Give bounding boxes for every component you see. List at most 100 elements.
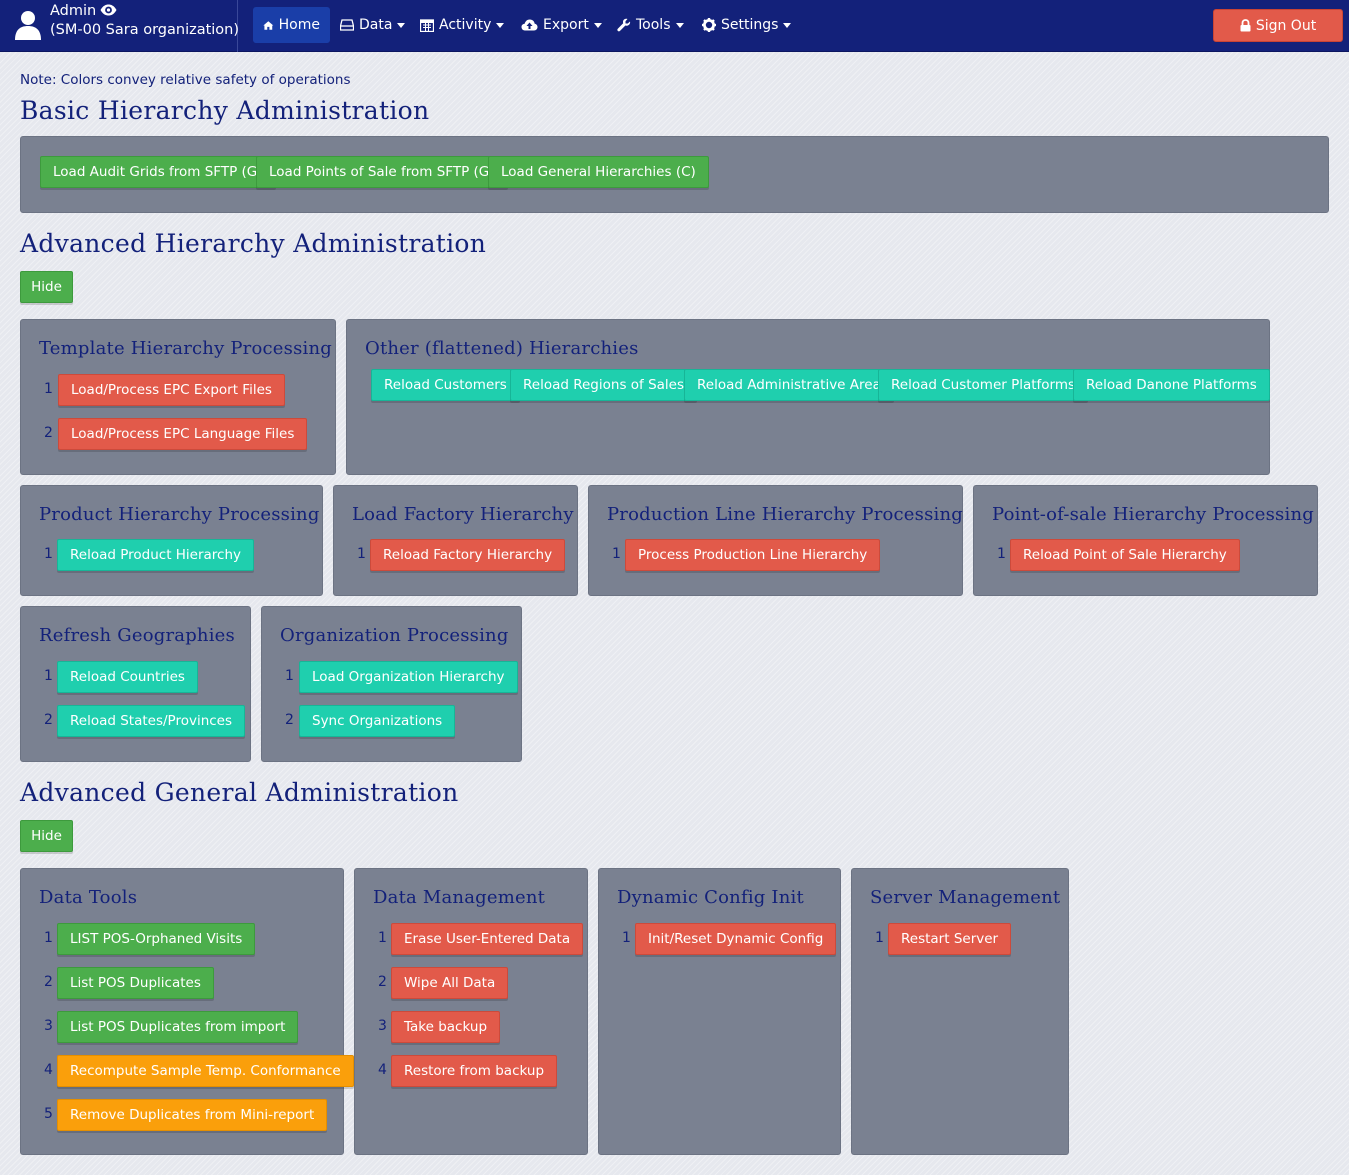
calendar-icon <box>420 19 434 32</box>
dynamic-config-panel: Dynamic Config Init 1 Init/Reset Dynamic… <box>598 868 841 1155</box>
load-organization-hierarchy-button[interactable]: Load Organization Hierarchy <box>299 661 518 693</box>
list-pos-duplicates-button[interactable]: List POS Duplicates <box>57 967 214 999</box>
caret-down-icon <box>593 22 602 28</box>
wrench-icon <box>617 18 631 32</box>
user-name: Admin <box>50 3 117 19</box>
item-number: 4 <box>378 1062 387 1078</box>
safety-note: Note: Colors convey relative safety of o… <box>20 72 351 88</box>
item-number: 2 <box>378 974 387 990</box>
point-of-sale-panel: Point-of-sale Hierarchy Processing 1 Rel… <box>973 485 1318 596</box>
other-hierarchies-panel: Other (flattened) Hierarchies Reload Cus… <box>346 319 1270 475</box>
cloud-upload-icon <box>521 19 538 31</box>
caret-down-icon <box>675 22 684 28</box>
item-number: 2 <box>44 712 53 728</box>
erase-user-entered-data-button[interactable]: Erase User-Entered Data <box>391 923 584 955</box>
panel-title: Other (flattened) Hierarchies <box>365 338 639 359</box>
nav-data[interactable]: Data <box>330 7 415 43</box>
basic-hierarchy-panel: Load Audit Grids from SFTP (G) Load Poin… <box>20 136 1329 213</box>
nav-home-label: Home <box>278 17 320 33</box>
list-pos-duplicates-import-button[interactable]: List POS Duplicates from import <box>57 1011 299 1043</box>
reload-customers-button[interactable]: Reload Customers <box>371 369 520 401</box>
hide-advanced-hierarchy-button[interactable]: Hide <box>20 271 73 303</box>
user-organization: (SM-00 Sara organization) <box>50 22 240 38</box>
nav-export[interactable]: Export <box>511 7 612 43</box>
caret-down-icon <box>496 22 505 28</box>
server-management-panel: Server Management 1 Restart Server <box>851 868 1069 1155</box>
nav-tools[interactable]: Tools <box>607 7 694 43</box>
item-number: 1 <box>44 546 53 562</box>
load-epc-export-files-button[interactable]: Load/Process EPC Export Files <box>58 374 285 406</box>
reload-danone-platforms-button[interactable]: Reload Danone Platforms <box>1073 369 1270 401</box>
product-hierarchy-panel: Product Hierarchy Processing 1 Reload Pr… <box>20 485 323 596</box>
item-number: 1 <box>285 668 294 684</box>
nav-home[interactable]: Home <box>253 7 330 43</box>
sign-out-label: Sign Out <box>1255 17 1317 34</box>
reload-customer-platforms-button[interactable]: Reload Customer Platforms <box>878 369 1089 401</box>
factory-hierarchy-panel: Load Factory Hierarchy 1 Reload Factory … <box>333 485 578 596</box>
caret-down-icon <box>397 22 406 28</box>
nav-activity[interactable]: Activity <box>410 7 514 43</box>
basic-hierarchy-heading: Basic Hierarchy Administration <box>20 96 430 125</box>
item-number: 1 <box>612 546 621 562</box>
advanced-hierarchy-heading: Advanced Hierarchy Administration <box>20 229 487 258</box>
recompute-sample-temp-button[interactable]: Recompute Sample Temp. Conformance <box>57 1055 354 1087</box>
nav-tools-label: Tools <box>636 17 671 33</box>
hide-advanced-general-button[interactable]: Hide <box>20 820 73 852</box>
panel-title: Product Hierarchy Processing <box>39 504 320 525</box>
panel-title: Organization Processing <box>280 625 509 646</box>
remove-duplicates-mini-report-button[interactable]: Remove Duplicates from Mini-report <box>57 1099 328 1131</box>
panel-title: Production Line Hierarchy Processing <box>607 504 964 525</box>
nav-settings[interactable]: Settings <box>692 7 801 43</box>
refresh-geographies-panel: Refresh Geographies 1 Reload Countries 2… <box>20 606 251 762</box>
item-number: 1 <box>622 930 631 946</box>
item-number: 1 <box>378 930 387 946</box>
reload-point-of-sale-button[interactable]: Reload Point of Sale Hierarchy <box>1010 539 1240 571</box>
lock-icon <box>1240 19 1251 32</box>
restart-server-button[interactable]: Restart Server <box>888 923 1012 955</box>
panel-title: Data Tools <box>39 887 138 908</box>
reload-regions-of-sales-button[interactable]: Reload Regions of Sales <box>510 369 697 401</box>
load-general-hierarchies-button[interactable]: Load General Hierarchies (C) <box>488 156 709 188</box>
item-number: 2 <box>44 974 53 990</box>
reload-administrative-area-button[interactable]: Reload Administrative Area <box>684 369 894 401</box>
panel-title: Point-of-sale Hierarchy Processing <box>992 504 1314 525</box>
reload-factory-hierarchy-button[interactable]: Reload Factory Hierarchy <box>370 539 566 571</box>
caret-down-icon <box>783 22 792 28</box>
top-navbar: Admin (SM-00 Sara organization) Home Dat… <box>0 0 1349 52</box>
home-icon <box>263 20 274 30</box>
reload-product-hierarchy-button[interactable]: Reload Product Hierarchy <box>57 539 255 571</box>
wipe-all-data-button[interactable]: Wipe All Data <box>391 967 509 999</box>
nav-export-label: Export <box>543 17 589 33</box>
panel-title: Refresh Geographies <box>39 625 235 646</box>
sync-organizations-button[interactable]: Sync Organizations <box>299 705 456 737</box>
restore-from-backup-button[interactable]: Restore from backup <box>391 1055 558 1087</box>
nav-data-label: Data <box>359 17 393 33</box>
init-reset-dynamic-config-button[interactable]: Init/Reset Dynamic Config <box>635 923 837 955</box>
reload-states-provinces-button[interactable]: Reload States/Provinces <box>57 705 246 737</box>
load-epc-language-files-button[interactable]: Load/Process EPC Language Files <box>58 418 308 450</box>
item-number: 1 <box>357 546 366 562</box>
item-number: 1 <box>875 930 884 946</box>
template-hierarchy-panel: Template Hierarchy Processing 1 Load/Pro… <box>20 319 336 475</box>
item-number: 1 <box>44 668 53 684</box>
item-number: 1 <box>44 930 53 946</box>
nav-activity-label: Activity <box>439 17 492 33</box>
item-number: 3 <box>44 1018 53 1034</box>
load-points-of-sale-button[interactable]: Load Points of Sale from SFTP (G) <box>256 156 508 188</box>
panel-title: Template Hierarchy Processing <box>39 338 332 359</box>
panel-title: Dynamic Config Init <box>617 887 804 908</box>
reload-countries-button[interactable]: Reload Countries <box>57 661 198 693</box>
item-number: 5 <box>44 1106 53 1122</box>
user-block[interactable]: Admin (SM-00 Sara organization) <box>0 0 240 52</box>
drive-icon <box>340 19 354 31</box>
item-number: 1 <box>44 381 53 397</box>
process-production-line-button[interactable]: Process Production Line Hierarchy <box>625 539 881 571</box>
take-backup-button[interactable]: Take backup <box>391 1011 501 1043</box>
load-audit-grids-button[interactable]: Load Audit Grids from SFTP (G) <box>40 156 276 188</box>
gear-icon <box>702 18 716 32</box>
eye-icon[interactable] <box>100 4 117 16</box>
data-tools-panel: Data Tools 1 LIST POS-Orphaned Visits 2 … <box>20 868 354 1155</box>
sign-out-button[interactable]: Sign Out <box>1213 9 1343 42</box>
panel-title: Data Management <box>373 887 546 908</box>
list-pos-orphaned-visits-button[interactable]: LIST POS-Orphaned Visits <box>57 923 256 955</box>
